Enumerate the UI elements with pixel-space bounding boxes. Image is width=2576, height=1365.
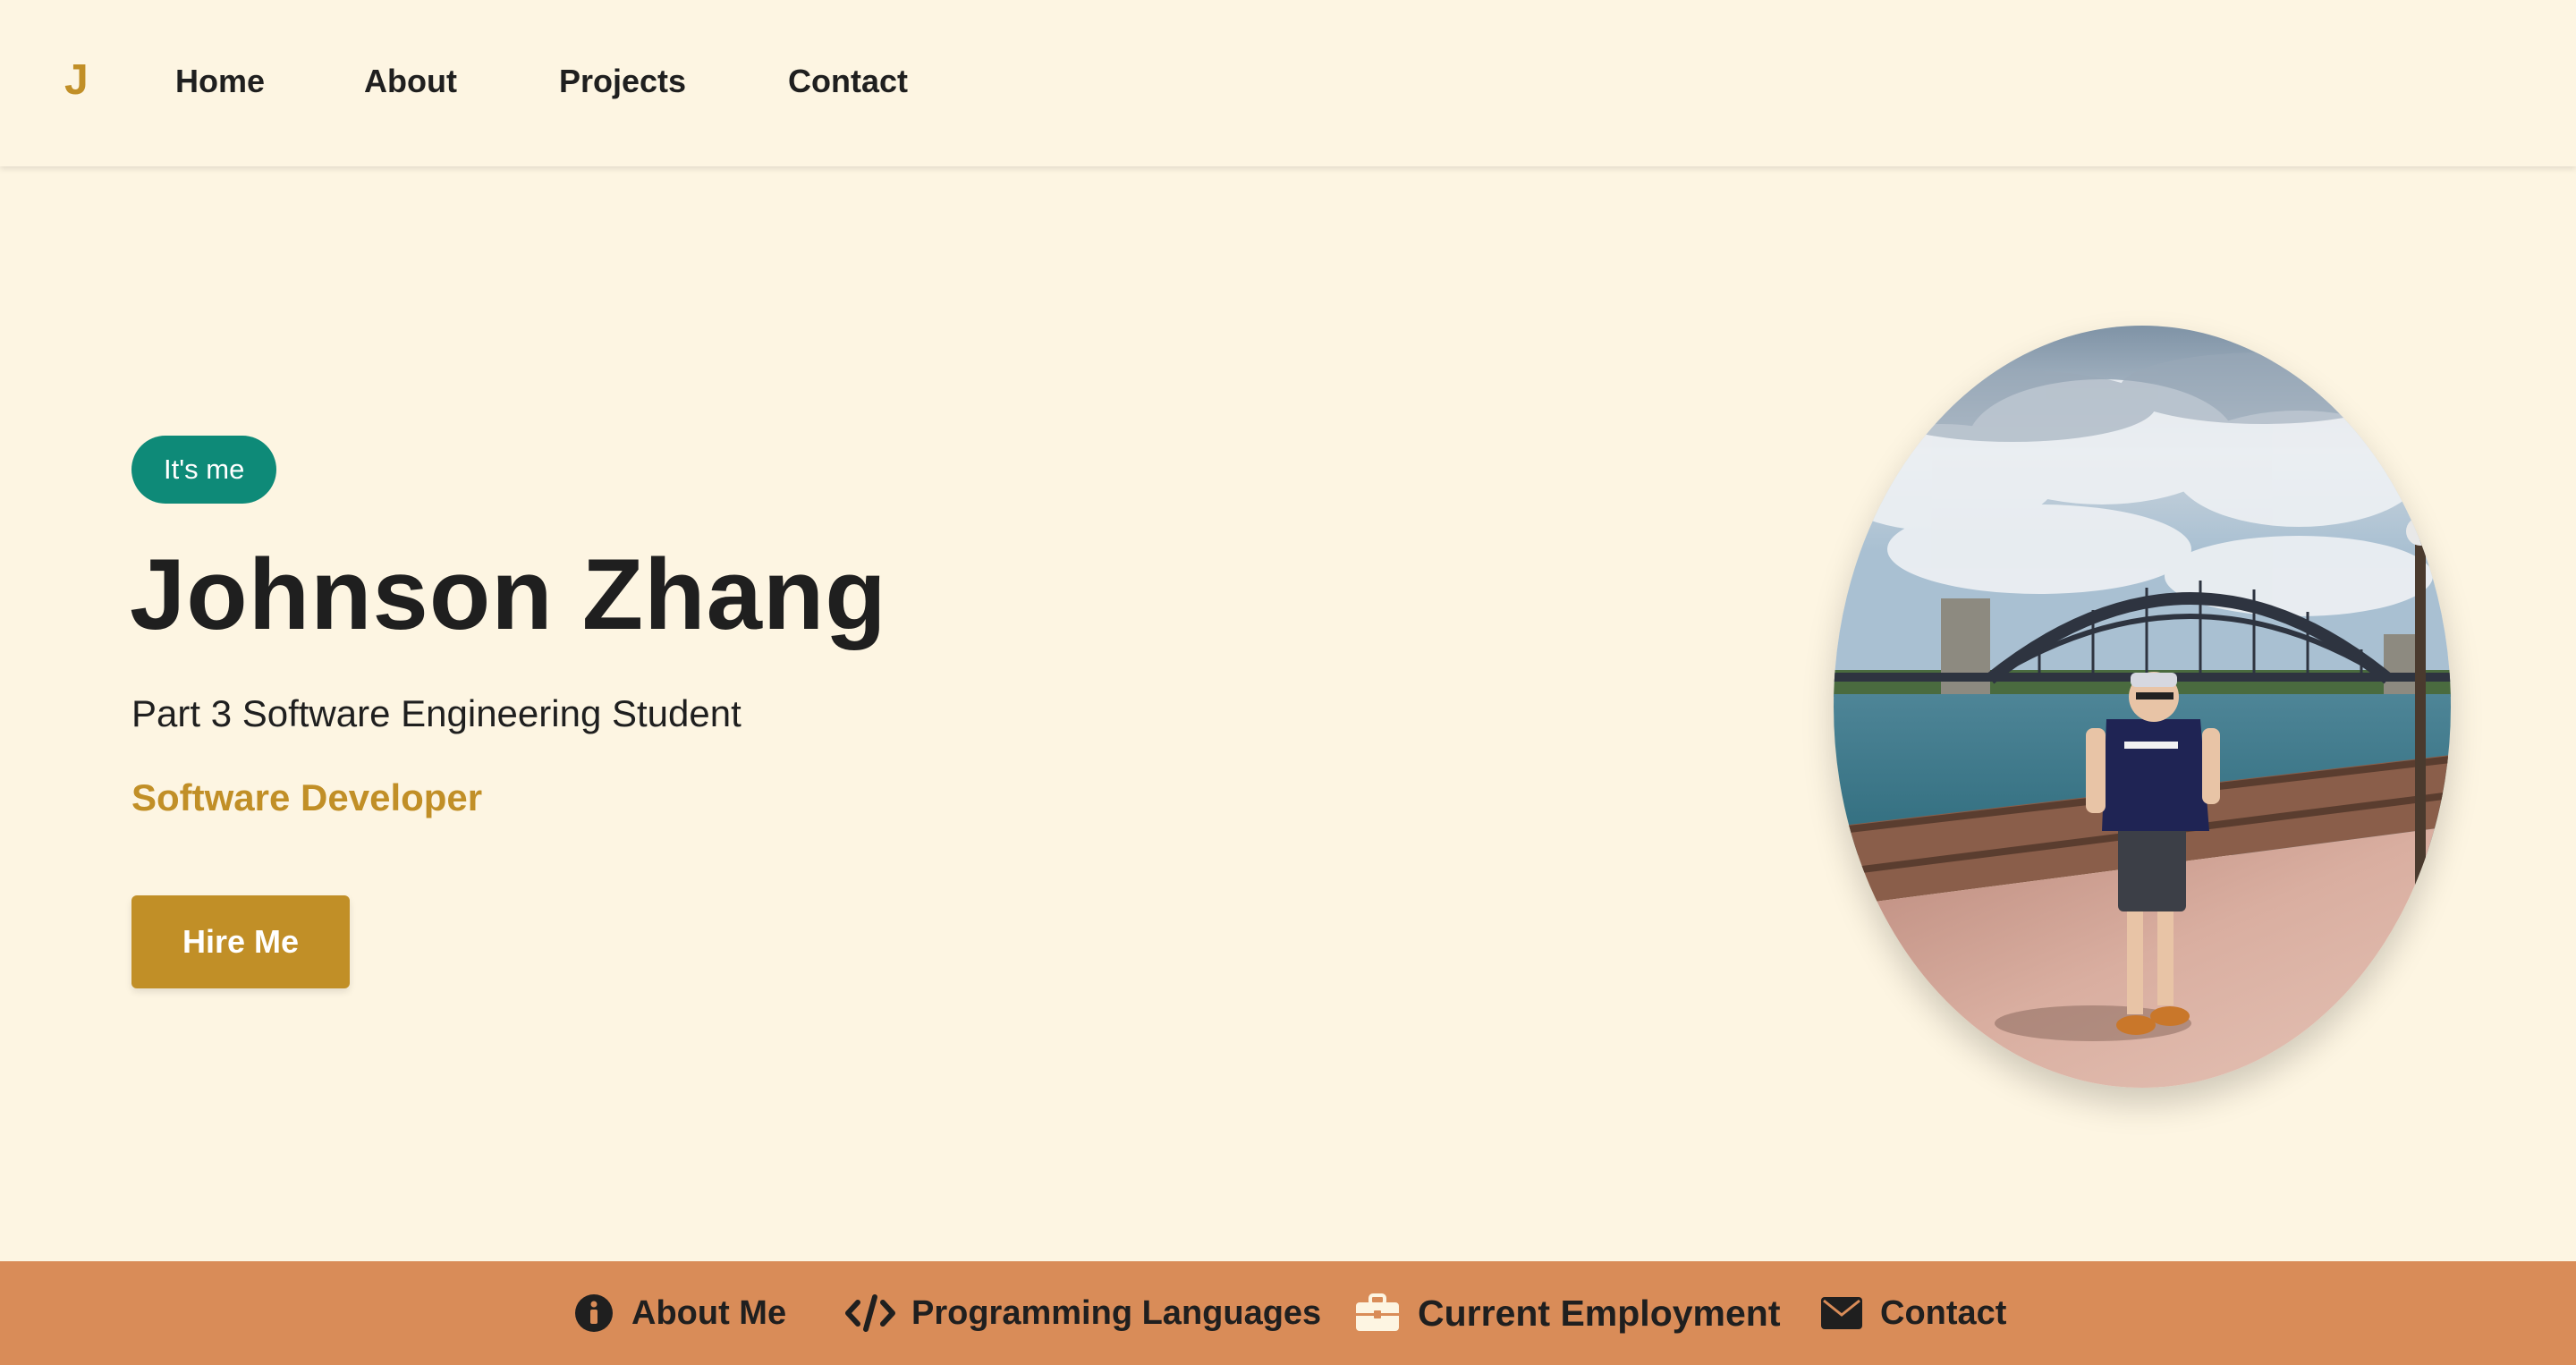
intro-badge: It's me: [131, 436, 277, 504]
section-nav-bar: About Me Programming Languages Current E…: [0, 1261, 2576, 1365]
nav-about[interactable]: About: [364, 59, 457, 104]
top-navbar: J Home About Projects Contact: [0, 0, 2576, 166]
code-icon: [845, 1293, 895, 1333]
nav-projects[interactable]: Projects: [559, 59, 686, 104]
info-circle-icon: [574, 1293, 614, 1333]
section-link-contact[interactable]: Contact: [1821, 1261, 2006, 1365]
section-link-about-me[interactable]: About Me: [574, 1261, 786, 1365]
hero-name: Johnson Zhang: [130, 538, 887, 650]
profile-photo: [1834, 326, 2451, 1088]
section-link-current-employment[interactable]: Current Employment: [1355, 1261, 1781, 1365]
section-link-label: About Me: [631, 1293, 787, 1332]
section-link-label: Programming Languages: [911, 1293, 1322, 1332]
section-link-programming-languages[interactable]: Programming Languages: [845, 1261, 1321, 1365]
hero-subtitle: Part 3 Software Engineering Student: [131, 692, 741, 734]
hire-me-button[interactable]: Hire Me: [131, 895, 350, 988]
nav-home[interactable]: Home: [175, 59, 265, 104]
section-link-label: Current Employment: [1418, 1292, 1781, 1334]
section-link-label: Contact: [1880, 1293, 2007, 1332]
hero-role: Software Developer: [131, 776, 483, 818]
site-logo[interactable]: J: [64, 52, 89, 109]
envelope-icon: [1821, 1297, 1862, 1329]
nav-contact[interactable]: Contact: [788, 59, 908, 104]
briefcase-icon: [1355, 1293, 1400, 1333]
